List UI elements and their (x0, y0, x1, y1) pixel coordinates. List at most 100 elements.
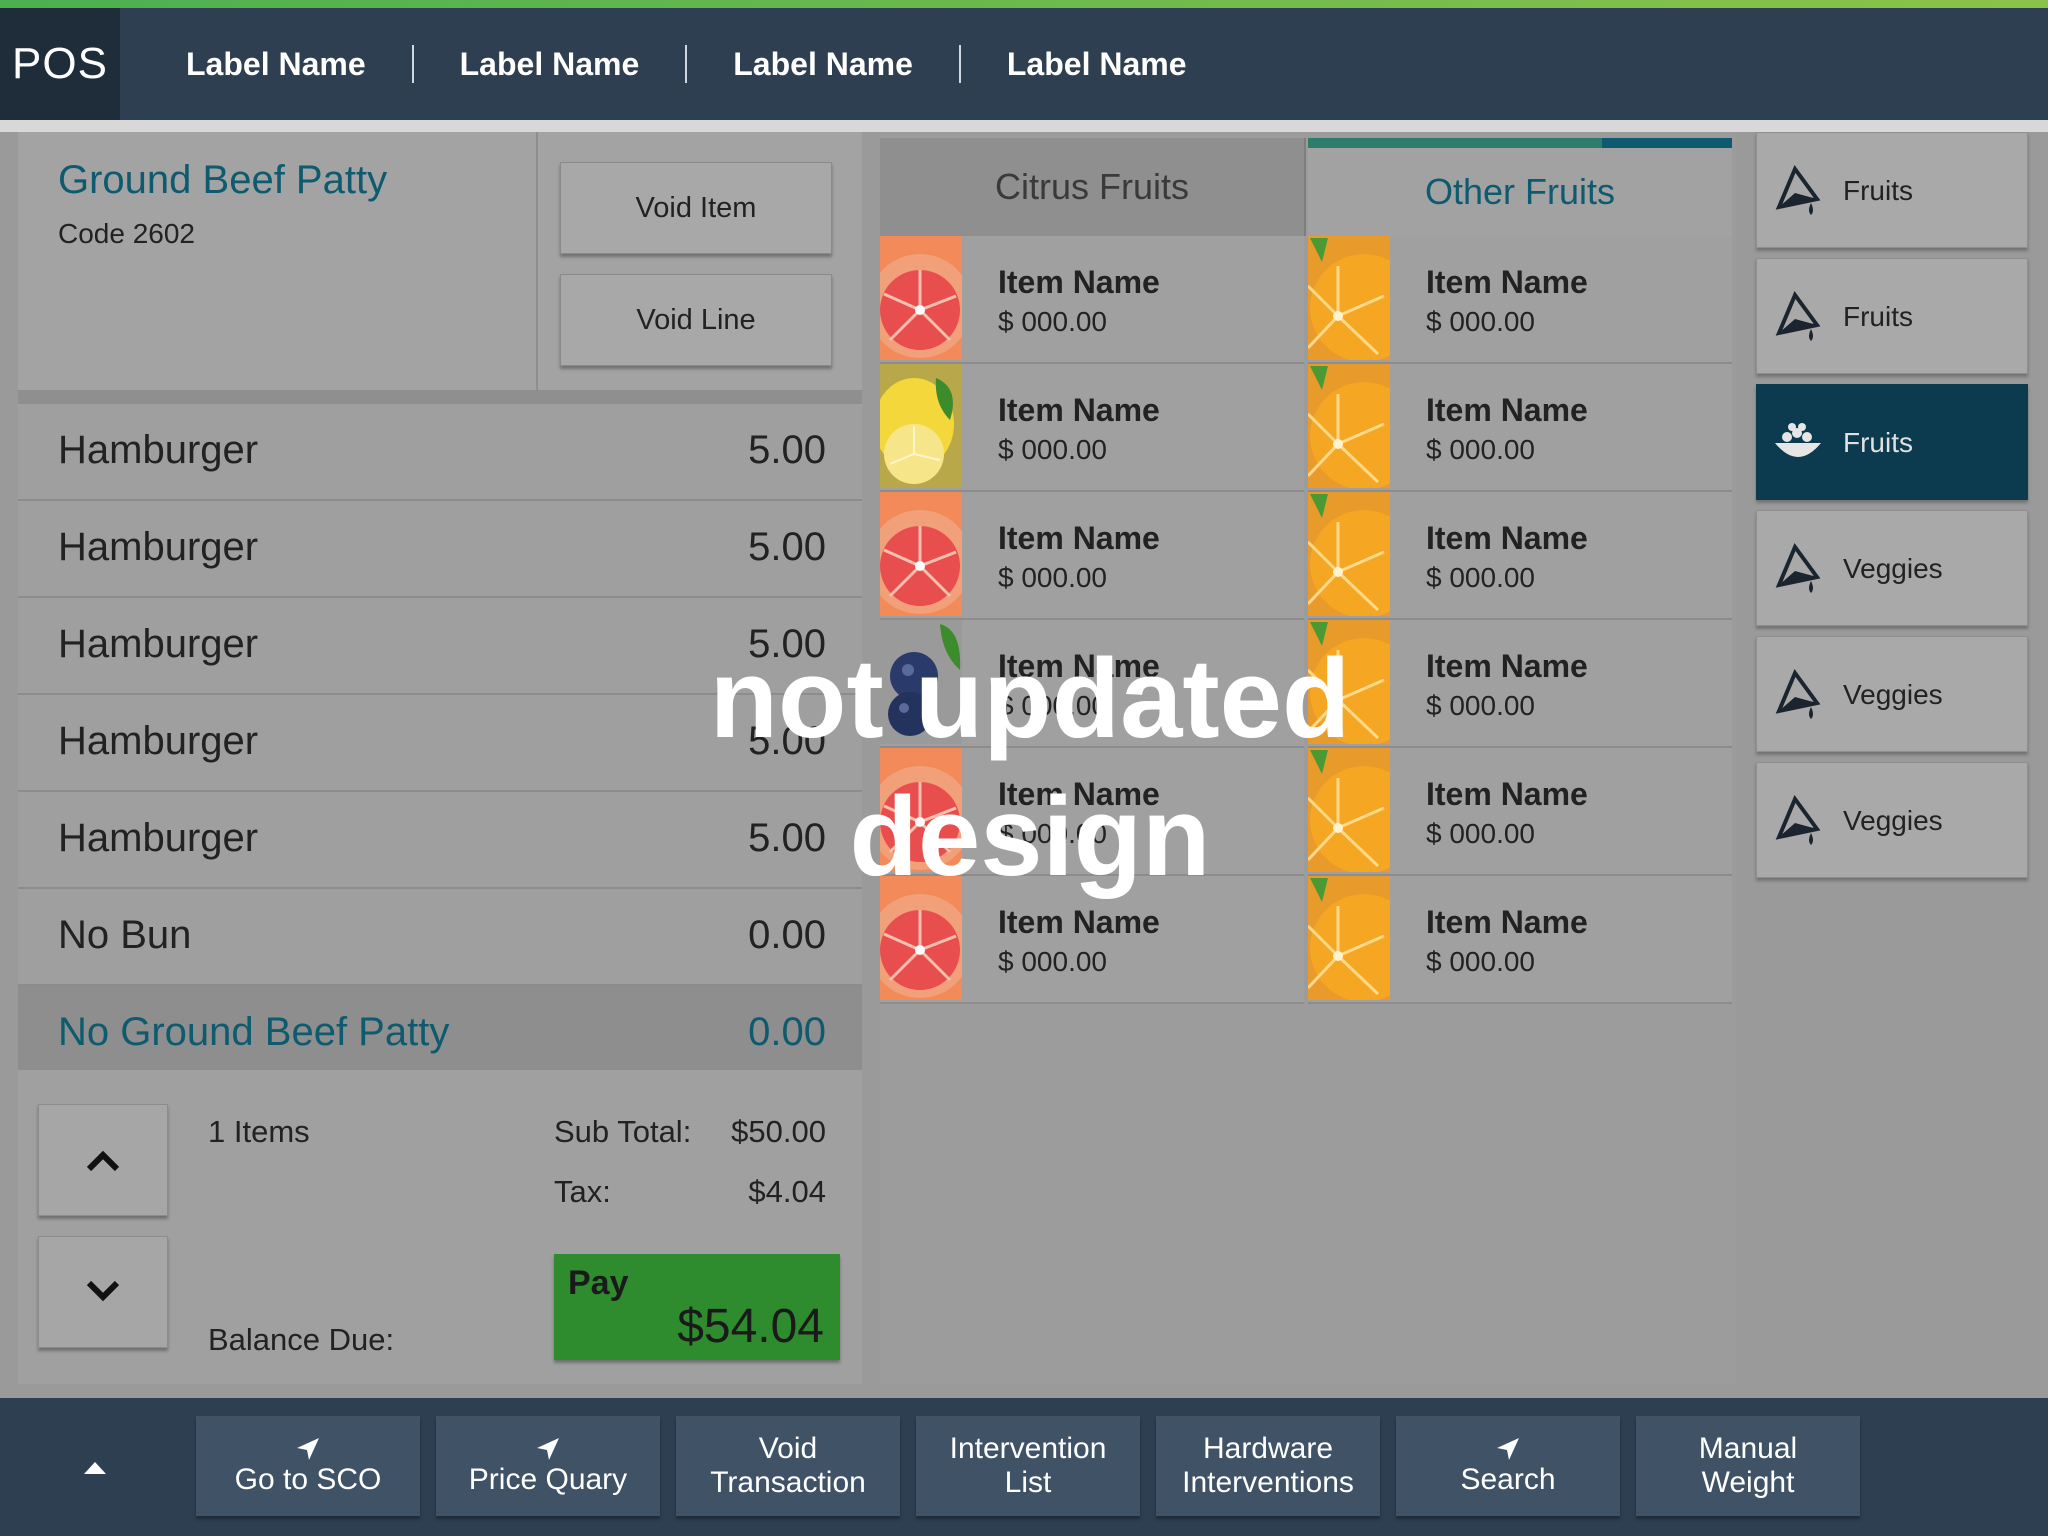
topbar-divider (0, 120, 2048, 132)
category-button[interactable]: Veggies (1756, 636, 2028, 752)
line-name: Hamburger (58, 525, 259, 569)
pay-button[interactable]: Pay $54.04 (554, 1254, 840, 1360)
transaction-line[interactable]: Hamburger 5.00 (18, 501, 862, 598)
price-quary-button[interactable]: Price Quary (436, 1416, 660, 1516)
caret-up-icon (84, 1462, 106, 1474)
orange-image (1308, 492, 1390, 616)
blueberry-image (880, 620, 962, 744)
line-price: 5.00 (748, 525, 826, 569)
search-button[interactable]: Search (1396, 1416, 1620, 1516)
line-price: 5.00 (748, 816, 826, 860)
button-label: Go to SCO (234, 1463, 382, 1496)
sub-total-label: Sub Total: (554, 1114, 692, 1149)
nav-item-1[interactable]: Label Name (160, 45, 414, 83)
funnel-drop-icon (1775, 164, 1821, 215)
accent-bar (0, 0, 2048, 8)
navigation-arrow-icon (297, 1438, 319, 1460)
product-price: $ 000.00 (998, 690, 1107, 721)
button-label-line1: Hardware (1202, 1432, 1334, 1465)
pay-amount: $54.04 (677, 1300, 824, 1353)
nav-item-2[interactable]: Label Name (414, 45, 688, 83)
category-button[interactable]: Fruits (1756, 258, 2028, 374)
chevron-down-icon (86, 1280, 120, 1302)
category-button[interactable]: Fruits (1756, 132, 2028, 248)
product-tile[interactable]: Item Name $ 000.00 (880, 748, 1304, 876)
product-tile[interactable]: Item Name $ 000.00 (880, 876, 1304, 1004)
header-divider (536, 132, 538, 390)
void-transaction-button[interactable]: Void Transaction (676, 1416, 900, 1516)
product-tile[interactable]: Item Name $ 000.00 (1308, 620, 1732, 748)
nav-item-4[interactable]: Label Name (961, 45, 1233, 83)
product-price: $ 000.00 (1426, 946, 1535, 977)
product-price: $ 000.00 (998, 306, 1107, 337)
transaction-panel: Ground Beef Patty Code 2602 Void Item Vo… (18, 132, 862, 1384)
product-name: Item Name (1426, 904, 1588, 940)
navigation-arrow-icon (537, 1438, 559, 1460)
sub-total-value: $50.00 (731, 1114, 826, 1149)
category-button[interactable]: Veggies (1756, 762, 2028, 878)
line-price: 5.00 (748, 428, 826, 472)
orange-image (1308, 876, 1390, 1000)
product-tile[interactable]: Item Name $ 000.00 (880, 236, 1304, 364)
product-name: Item Name (998, 264, 1160, 300)
category-button[interactable]: Veggies (1756, 510, 2028, 626)
product-tile[interactable]: Item Name $ 000.00 (880, 492, 1304, 620)
button-label-line1: Intervention (949, 1432, 1107, 1465)
product-tile[interactable]: Item Name $ 000.00 (880, 620, 1304, 748)
product-name: Item Name (1426, 648, 1588, 684)
button-label-line1: Void (758, 1432, 818, 1465)
pos-logo: POS (0, 8, 120, 120)
chevron-up-icon (86, 1150, 120, 1172)
transaction-line[interactable]: No Bun 0.00 (18, 889, 862, 986)
category-button-active[interactable]: Fruits (1756, 384, 2028, 500)
transaction-line[interactable]: Hamburger 5.00 (18, 792, 862, 889)
scroll-down-button[interactable] (38, 1236, 168, 1348)
grapefruit-image (880, 876, 962, 1000)
hardware-interventions-button[interactable]: Hardware Interventions (1156, 1416, 1380, 1516)
product-tile[interactable]: Item Name $ 000.00 (880, 364, 1304, 492)
tab-other-fruits[interactable]: Other Fruits (1308, 138, 1732, 236)
navigation-arrow-icon (1497, 1438, 1519, 1460)
intervention-list-button[interactable]: Intervention List (916, 1416, 1140, 1516)
button-label: Search (1460, 1463, 1556, 1496)
top-bar: POS Label Name Label Name Label Name Lab… (0, 8, 2048, 120)
funnel-drop-icon (1775, 794, 1821, 845)
product-tile[interactable]: Item Name $ 000.00 (1308, 236, 1732, 364)
line-name: Hamburger (58, 719, 259, 763)
line-name: Hamburger (58, 622, 259, 666)
void-item-button[interactable]: Void Item (560, 162, 832, 254)
selected-item-header: Ground Beef Patty Code 2602 Void Item Vo… (18, 132, 862, 390)
product-tile[interactable]: Item Name $ 000.00 (1308, 876, 1732, 1004)
transaction-line[interactable]: Hamburger 5.00 (18, 598, 862, 695)
tab-citrus-fruits[interactable]: Citrus Fruits (880, 138, 1306, 236)
tax-label: Tax: (554, 1174, 611, 1209)
orange-image (1308, 620, 1390, 744)
selected-item-code: Code 2602 (58, 218, 196, 249)
transaction-line[interactable]: Hamburger 5.00 (18, 695, 862, 792)
product-price: $ 000.00 (1426, 306, 1535, 337)
header-separator (18, 390, 862, 404)
go-to-sco-button[interactable]: Go to SCO (196, 1416, 420, 1516)
scroll-up-button[interactable] (38, 1104, 168, 1216)
pay-label: Pay (568, 1264, 629, 1302)
product-tile[interactable]: Item Name $ 000.00 (1308, 492, 1732, 620)
category-label: Fruits (1843, 427, 1913, 458)
product-price: $ 000.00 (1426, 690, 1535, 721)
expand-bar-button[interactable] (70, 1448, 120, 1488)
product-price: $ 000.00 (1426, 562, 1535, 593)
nav-item-3[interactable]: Label Name (687, 45, 961, 83)
transaction-line-selected[interactable]: No Ground Beef Patty 0.00 (18, 986, 862, 1083)
category-label: Veggies (1843, 679, 1943, 710)
line-name: Hamburger (58, 816, 259, 860)
lemon-image (880, 364, 962, 488)
category-label: Veggies (1843, 805, 1943, 836)
void-line-button[interactable]: Void Line (560, 274, 832, 366)
button-label-line1: Manual (1698, 1432, 1798, 1465)
manual-weight-button[interactable]: Manual Weight (1636, 1416, 1860, 1516)
product-tile[interactable]: Item Name $ 000.00 (1308, 748, 1732, 876)
line-price: 5.00 (748, 719, 826, 763)
category-sidebar: Fruits Fruits Fruits Veggies Veggies Veg… (1756, 132, 2028, 1384)
transaction-line[interactable]: Hamburger 5.00 (18, 404, 862, 501)
line-price: 0.00 (748, 1010, 826, 1054)
product-tile[interactable]: Item Name $ 000.00 (1308, 364, 1732, 492)
